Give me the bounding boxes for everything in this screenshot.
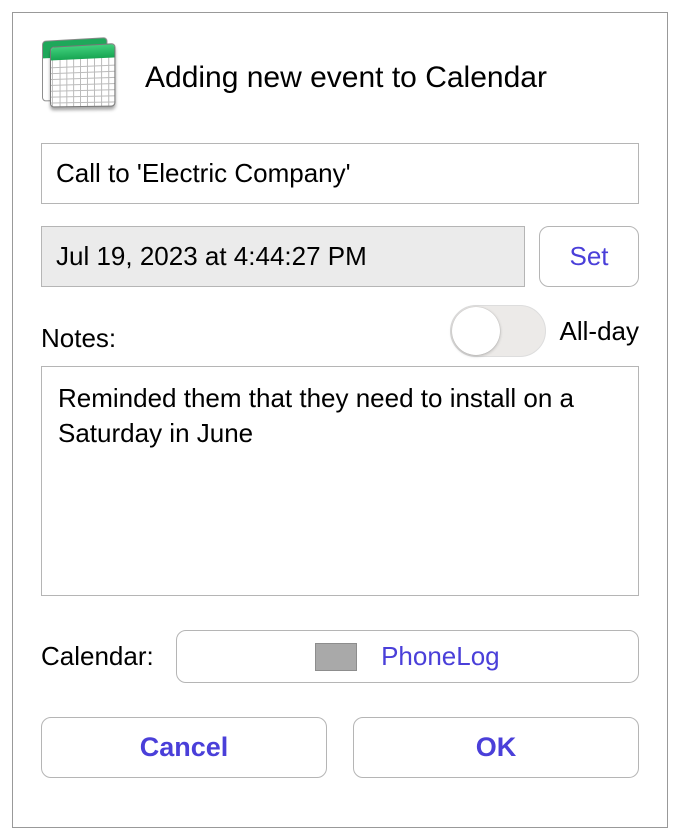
calendar-select[interactable]: PhoneLog — [176, 630, 639, 683]
set-date-button[interactable]: Set — [539, 226, 639, 287]
notes-label: Notes: — [41, 323, 116, 354]
calendar-selected-name: PhoneLog — [381, 641, 500, 672]
dialog-button-row: Cancel OK — [41, 717, 639, 778]
toggle-knob — [452, 307, 500, 355]
calendar-label: Calendar: — [41, 641, 154, 672]
date-row: Jul 19, 2023 at 4:44:27 PM Set — [41, 226, 639, 287]
notes-textarea[interactable]: Reminded them that they need to install … — [41, 366, 639, 596]
calendar-color-swatch — [315, 643, 357, 671]
event-title-input[interactable] — [41, 143, 639, 204]
calendar-icon — [39, 35, 117, 113]
dialog-header: Adding new event to Calendar — [41, 43, 639, 113]
datetime-display[interactable]: Jul 19, 2023 at 4:44:27 PM — [41, 226, 525, 287]
ok-button[interactable]: OK — [353, 717, 639, 778]
notes-label-row: Notes: — [41, 323, 639, 354]
calendar-row: Calendar: PhoneLog — [41, 630, 639, 683]
cancel-button[interactable]: Cancel — [41, 717, 327, 778]
dialog-title: Adding new event to Calendar — [145, 61, 547, 95]
allday-toggle[interactable] — [450, 305, 546, 357]
add-event-dialog: Adding new event to Calendar Jul 19, 202… — [12, 12, 668, 828]
